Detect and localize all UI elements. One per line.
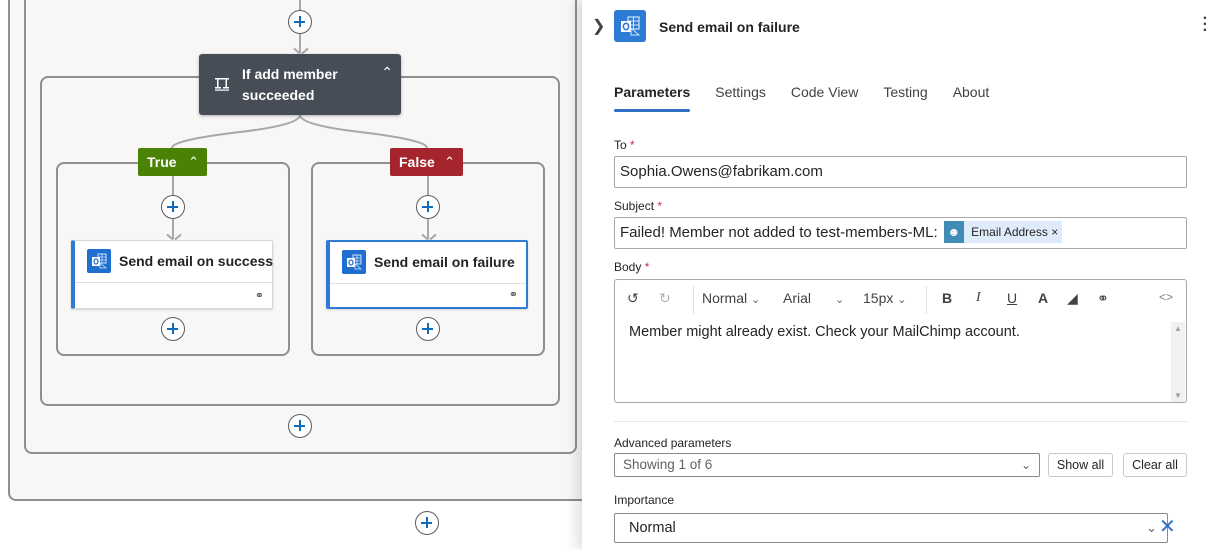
highlight-color-icon[interactable]: ◢ — [1067, 290, 1078, 307]
true-branch-badge[interactable]: True ⌃ — [138, 148, 207, 176]
underline-button[interactable]: U — [1007, 290, 1017, 306]
font-size-value: 15px — [863, 290, 894, 306]
importance-value: Normal — [629, 520, 676, 536]
card-divider — [330, 283, 526, 284]
connector-line — [427, 176, 429, 196]
workflow-canvas[interactable]: If add member succeeded ⌃ True ⌃ False ⌃ — [0, 0, 608, 550]
chevron-up-icon[interactable]: ⌃ — [188, 148, 199, 176]
advanced-dropdown-value: Showing 1 of 6 — [623, 457, 713, 472]
mailchimp-icon: ☻ — [943, 220, 964, 243]
body-label: Body * — [614, 260, 649, 274]
true-branch-label: True — [147, 154, 177, 170]
clear-all-button[interactable]: Clear all — [1123, 453, 1187, 477]
font-family-dropdown[interactable]: Arial ⌄ — [783, 290, 844, 306]
importance-label: Importance — [614, 493, 675, 507]
connector-line — [172, 176, 174, 196]
more-options-icon[interactable]: · · · — [1203, 11, 1208, 39]
chevron-down-icon: ⌄ — [1146, 520, 1157, 535]
block-format-dropdown[interactable]: Normal ⌄ — [702, 290, 760, 306]
action-title: Send email on failure — [374, 254, 515, 270]
token-remove-icon[interactable]: × — [1051, 225, 1058, 239]
code-view-toggle[interactable]: <> — [1159, 290, 1173, 304]
outlook-icon — [342, 250, 366, 274]
condition-title: If add member succeeded — [242, 66, 338, 103]
body-content[interactable]: Member might already exist. Check your M… — [629, 324, 1020, 340]
section-divider — [614, 421, 1187, 422]
subject-field[interactable]: Failed! Member not added to test-members… — [614, 217, 1187, 249]
add-step-false-branch-bottom[interactable] — [416, 317, 440, 341]
scroll-down-icon[interactable]: ▼ — [1174, 391, 1182, 400]
tab-testing[interactable]: Testing — [883, 84, 927, 112]
advanced-parameters-dropdown[interactable]: Showing 1 of 6 ⌄ — [614, 453, 1040, 477]
token-label: Email Address — [971, 224, 1048, 239]
false-branch-label: False — [399, 154, 435, 170]
advanced-parameters-label: Advanced parameters — [614, 436, 732, 450]
chevron-up-icon[interactable]: ⌃ — [444, 148, 455, 176]
add-step-button[interactable] — [288, 10, 312, 34]
show-all-button[interactable]: Show all — [1048, 453, 1113, 477]
undo-icon[interactable]: ↺ — [627, 290, 639, 307]
action-title: Send email on success — [119, 253, 274, 269]
importance-dropdown[interactable]: Normal ⌄ — [614, 513, 1168, 543]
required-mark: * — [657, 199, 663, 213]
toolbar-divider — [926, 286, 927, 314]
subject-label: Subject * — [614, 199, 662, 213]
to-label-text: To — [614, 138, 627, 152]
remove-importance-icon[interactable]: ✕ — [1159, 515, 1176, 539]
action-card-send-email-success[interactable]: Send email on success ⚭ — [71, 240, 273, 309]
condition-card[interactable]: If add member succeeded ⌃ — [199, 54, 401, 115]
bold-button[interactable]: B — [942, 290, 952, 306]
outlook-icon — [614, 10, 646, 42]
add-step-true-branch-bottom[interactable] — [161, 317, 185, 341]
tab-code-view[interactable]: Code View — [791, 84, 858, 112]
connector-line — [299, 34, 301, 53]
insert-link-icon[interactable]: ⚭ — [1097, 290, 1109, 307]
block-format-value: Normal — [702, 290, 748, 306]
to-label: To * — [614, 138, 635, 152]
chevron-down-icon: ⌄ — [1020, 458, 1031, 472]
editor-toolbar: ↺ ↻ Normal ⌄ Arial ⌄ 15px ⌄ B I U A ◢ ⚭ <… — [615, 280, 1186, 320]
connector-line — [427, 219, 429, 239]
scroll-up-icon[interactable]: ▲ — [1174, 324, 1182, 333]
body-editor: ↺ ↻ Normal ⌄ Arial ⌄ 15px ⌄ B I U A ◢ ⚭ <… — [614, 279, 1187, 403]
panel-title: Send email on failure — [659, 19, 800, 35]
font-family-value: Arial — [783, 290, 812, 306]
dynamic-content-token[interactable]: ☻ Email Address × — [943, 220, 1063, 243]
font-color-button[interactable]: A — [1038, 290, 1048, 306]
false-branch-badge[interactable]: False ⌃ — [390, 148, 463, 176]
add-step-false-branch-top[interactable] — [416, 195, 440, 219]
condition-icon — [215, 78, 229, 91]
tab-about[interactable]: About — [953, 84, 990, 112]
tab-parameters[interactable]: Parameters — [614, 84, 691, 112]
editor-scrollbar[interactable]: ▲ ▼ — [1171, 322, 1185, 402]
font-size-dropdown[interactable]: 15px ⌄ — [863, 290, 906, 306]
body-label-text: Body — [614, 260, 642, 274]
action-details-panel: ❯ Send email on failure · · · Parameters S… — [582, 0, 1220, 550]
italic-button[interactable]: I — [976, 290, 981, 306]
collapse-chevron-icon[interactable]: ⌃ — [381, 64, 393, 81]
connector-line — [299, 0, 301, 10]
subject-label-text: Subject — [614, 199, 655, 213]
add-step-true-branch-top[interactable] — [161, 195, 185, 219]
required-mark: * — [630, 138, 635, 152]
action-card-send-email-failure[interactable]: Send email on failure ⚭ — [326, 240, 528, 309]
toolbar-divider — [693, 286, 694, 314]
panel-tabs: Parameters Settings Code View Testing Ab… — [614, 84, 1014, 112]
subject-value: Failed! Member not added to test-members… — [620, 224, 938, 241]
collapse-panel-chevron-icon[interactable]: ❯ — [592, 16, 605, 36]
required-mark: * — [644, 260, 650, 274]
outlook-icon — [87, 249, 111, 273]
tab-settings[interactable]: Settings — [715, 84, 766, 112]
connector-line — [172, 219, 174, 239]
connection-link-icon: ⚭ — [254, 290, 264, 302]
add-step-after-condition[interactable] — [288, 414, 312, 438]
card-divider — [75, 282, 272, 283]
to-value: Sophia.Owens@fabrikam.com — [620, 163, 823, 180]
redo-icon[interactable]: ↻ — [659, 290, 671, 307]
connection-link-icon: ⚭ — [508, 289, 518, 301]
add-step-after-scope[interactable] — [415, 511, 439, 535]
to-field[interactable]: Sophia.Owens@fabrikam.com — [614, 156, 1187, 188]
